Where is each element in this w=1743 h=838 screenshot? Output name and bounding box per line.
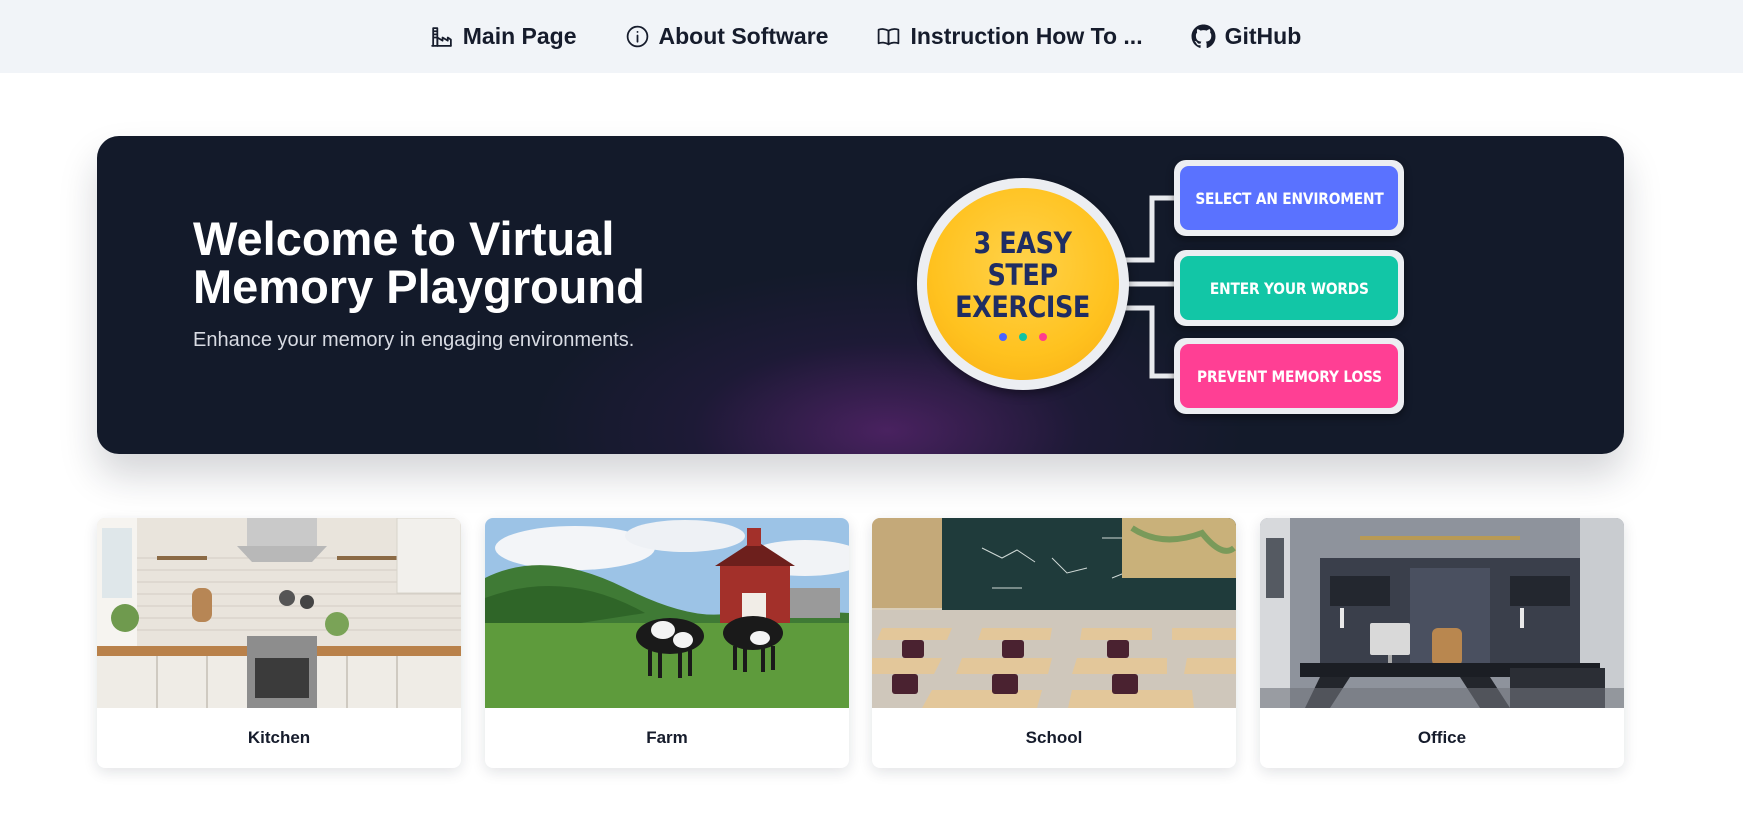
step-select-environment: SELECT AN ENVIROMENT [1174,160,1404,236]
kitchen-image [97,518,461,708]
hero-banner: Welcome to Virtual Memory Playground Enh… [97,136,1624,454]
nav-item-instruction[interactable]: Instruction How To ... [876,23,1143,50]
nav-menu: Main Page About Software Instruction How… [405,23,1326,50]
badge-dot [1039,333,1047,341]
three-step-infographic: 3 EASY STEP EXERCISE SELECT AN ENVIROMEN… [907,160,1407,430]
step-badge: 3 EASY STEP EXERCISE [917,178,1129,390]
farm-image [485,518,849,708]
environment-card-office[interactable]: Office [1260,518,1624,768]
nav-item-main-page[interactable]: Main Page [429,23,577,50]
nav-label: Instruction How To ... [910,23,1143,49]
step-label: SELECT AN ENVIROMENT [1194,188,1384,208]
factory-icon [429,24,454,49]
step-label: ENTER YOUR WORDS [1209,278,1369,298]
environment-card-school[interactable]: School [872,518,1236,768]
book-icon [876,24,901,49]
badge-line-2: STEP [987,258,1059,292]
nav-label: Main Page [462,23,577,49]
card-label: Kitchen [247,728,311,747]
step-enter-words: ENTER YOUR WORDS [1174,250,1404,326]
step-prevent-memory-loss: PREVENT MEMORY LOSS [1174,338,1404,414]
badge-dots [999,333,1047,341]
step-label: PREVENT MEMORY LOSS [1196,366,1382,386]
nav-item-github[interactable]: GitHub [1191,23,1302,50]
github-icon [1191,24,1216,49]
card-label: Farm [646,728,688,747]
office-image [1260,518,1624,708]
nav-label: GitHub [1224,23,1302,49]
card-label: School [1025,728,1083,747]
top-navbar: Main Page About Software Instruction How… [0,0,1743,73]
nav-item-about-software[interactable]: About Software [625,23,829,50]
info-icon [625,24,650,49]
badge-dot [999,333,1007,341]
environment-card-kitchen[interactable]: Kitchen [97,518,461,768]
badge-dot [1019,333,1027,341]
environment-card-farm[interactable]: Farm [485,518,849,768]
hero-title: Welcome to Virtual Memory Playground [193,212,645,313]
hero-subtitle: Enhance your memory in engaging environm… [193,329,635,351]
school-image [872,518,1236,708]
card-label: Office [1417,728,1467,747]
badge-line-1: 3 EASY [973,226,1073,260]
badge-line-3: EXERCISE [955,290,1091,324]
nav-label: About Software [658,23,829,49]
